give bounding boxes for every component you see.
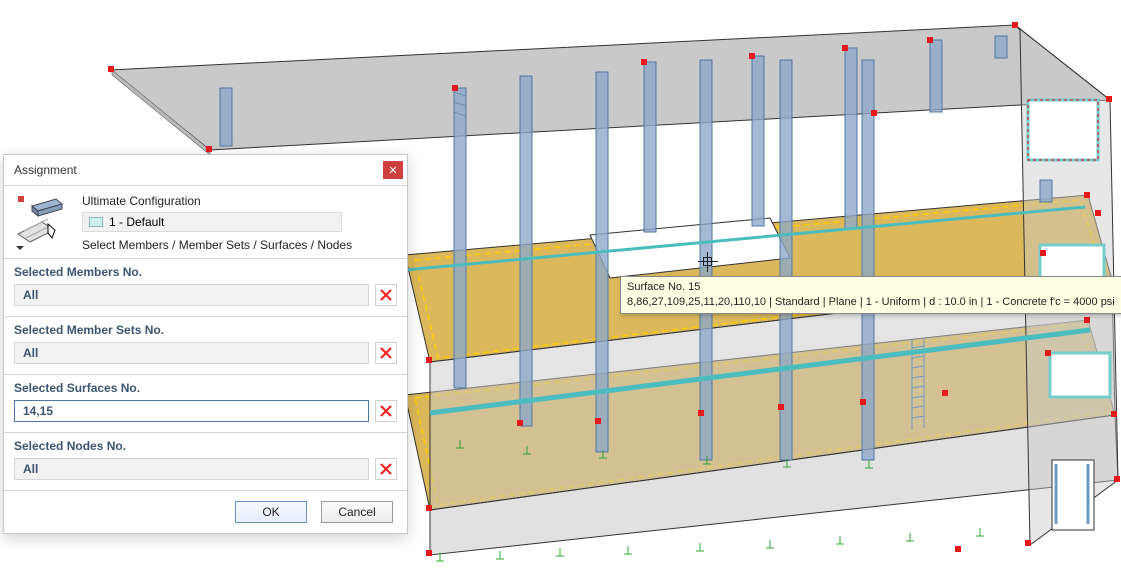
config-label: Ultimate Configuration	[82, 194, 397, 208]
clear-icon	[380, 405, 392, 417]
surface-tooltip: Surface No. 15 8,86,27,109,25,11,20,110,…	[620, 276, 1121, 314]
tooltip-line2: 8,86,27,109,25,11,20,110,10 | Standard |…	[627, 295, 1115, 310]
nodes-clear-button[interactable]	[375, 458, 397, 480]
tooltip-line1: Surface No. 15	[627, 280, 1115, 295]
clear-icon	[380, 347, 392, 359]
ok-button[interactable]: OK	[235, 501, 307, 523]
members-clear-button[interactable]	[375, 284, 397, 306]
member-surface-icon	[14, 192, 72, 250]
nodes-input[interactable]: All	[14, 458, 369, 480]
config-sublabel: Select Members / Member Sets / Surfaces …	[82, 238, 397, 252]
close-button[interactable]: ✕	[383, 161, 403, 179]
members-input[interactable]: All	[14, 284, 369, 306]
surfaces-input[interactable]: 14,15	[14, 400, 369, 422]
cancel-button[interactable]: Cancel	[321, 501, 393, 523]
membersets-label: Selected Member Sets No.	[14, 323, 397, 337]
dialog-titlebar[interactable]: Assignment ✕	[4, 155, 407, 186]
config-default[interactable]: 1 - Default	[82, 212, 342, 232]
dialog-title-text: Assignment	[14, 163, 77, 177]
config-swatch-icon	[89, 217, 103, 227]
surfaces-clear-button[interactable]	[375, 400, 397, 422]
members-label: Selected Members No.	[14, 265, 397, 279]
nodes-label: Selected Nodes No.	[14, 439, 397, 453]
membersets-clear-button[interactable]	[375, 342, 397, 364]
close-icon: ✕	[388, 164, 397, 177]
surfaces-label: Selected Surfaces No.	[14, 381, 397, 395]
clear-icon	[380, 463, 392, 475]
clear-icon	[380, 289, 392, 301]
config-default-label: 1 - Default	[109, 215, 164, 229]
membersets-input[interactable]: All	[14, 342, 369, 364]
assignment-dialog: Assignment ✕	[3, 154, 408, 534]
